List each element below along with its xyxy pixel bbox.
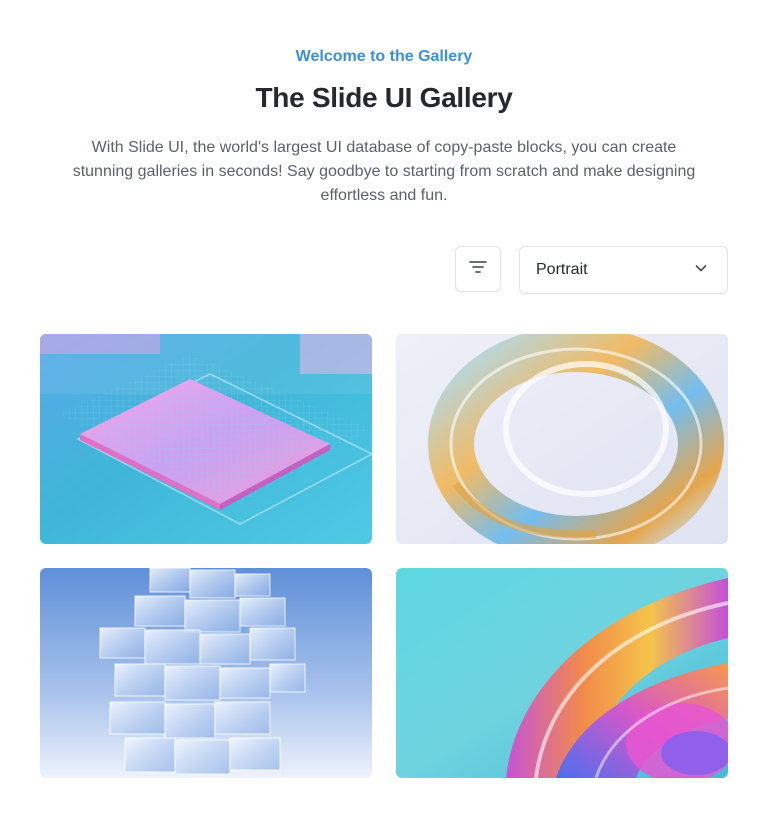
chevron-down-icon [693,260,709,281]
gallery-image-circuit-chip[interactable] [40,334,372,544]
gallery-image-rainbow-swirl[interactable] [396,568,728,778]
eyebrow-label: Welcome to the Gallery [295,48,473,65]
page-description: With Slide UI, the world's largest UI da… [72,139,696,204]
filter-lines-icon [468,257,488,282]
orientation-select-value: Portrait [536,261,588,278]
orientation-select[interactable]: Portrait [519,246,728,294]
gallery-image-glass-torus[interactable] [396,334,728,544]
filter-button[interactable] [455,246,501,292]
gallery-image-glass-cubes[interactable] [40,568,372,778]
page-title: The Slide UI Gallery [255,82,513,113]
